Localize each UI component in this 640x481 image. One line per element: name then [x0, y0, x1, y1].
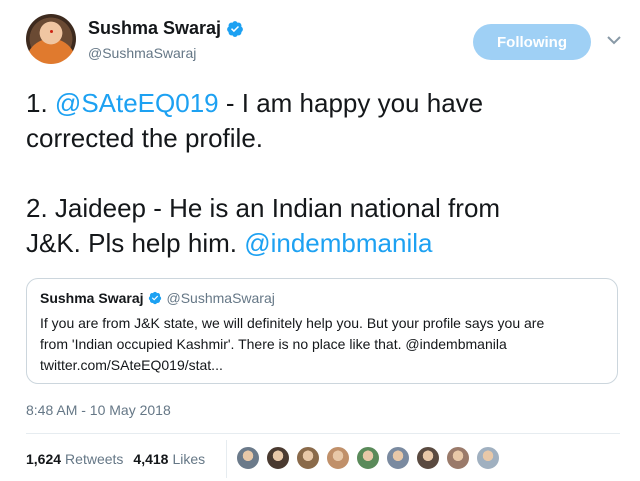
liker-avatar[interactable] — [446, 446, 470, 470]
retweets-count[interactable]: 1,624 — [26, 451, 61, 467]
liker-avatar[interactable] — [356, 446, 380, 470]
chevron-down-icon[interactable] — [606, 32, 622, 48]
tweet-line: corrected the profile. — [26, 123, 264, 153]
liker-avatars — [236, 446, 506, 470]
following-button[interactable]: Following — [473, 24, 591, 60]
tweet-header: Sushma Swaraj @SushmaSwaraj Following — [26, 14, 626, 68]
tweet-line: 2. Jaideep - He is an Indian national fr… — [26, 193, 501, 223]
likes-label[interactable]: Likes — [172, 451, 205, 467]
liker-avatar[interactable] — [266, 446, 290, 470]
quoted-tweet-header: Sushma Swaraj @SushmaSwaraj — [40, 290, 275, 306]
liker-avatar[interactable] — [386, 446, 410, 470]
author-handle[interactable]: @SushmaSwaraj — [88, 45, 196, 61]
tweet-text: 1. @SAteEQ019 - I am happy you have corr… — [26, 86, 626, 261]
quoted-tweet[interactable]: Sushma Swaraj @SushmaSwaraj If you are f… — [26, 278, 618, 384]
quoted-link[interactable]: twitter.com/SAteEQ019/stat... — [40, 355, 610, 376]
quoted-author-name: Sushma Swaraj — [40, 290, 144, 306]
quoted-author-handle: @SushmaSwaraj — [166, 290, 275, 306]
mention-link[interactable]: @indembmanila — [244, 228, 432, 258]
tweet-text-segment: 1. — [26, 88, 55, 118]
tweet-stats: 1,624 Retweets 4,418 Likes — [26, 451, 215, 467]
mention-link[interactable]: @SAteEQ019 — [55, 88, 219, 118]
quoted-tweet-body: If you are from J&K state, we will defin… — [40, 313, 610, 376]
avatar-detail — [50, 30, 53, 33]
author-name[interactable]: Sushma Swaraj — [88, 18, 221, 39]
stats-separator — [226, 440, 227, 478]
tweet-timestamp[interactable]: 8:48 AM - 10 May 2018 — [26, 402, 171, 418]
verified-badge-icon — [148, 291, 161, 305]
tweet-line: J&K. Pls help him. @indembmanila — [26, 226, 626, 261]
verified-badge-icon — [227, 20, 243, 37]
liker-avatar[interactable] — [236, 446, 260, 470]
likes-count[interactable]: 4,418 — [133, 451, 168, 467]
author-name-row[interactable]: Sushma Swaraj — [88, 18, 244, 39]
author-avatar[interactable] — [26, 14, 76, 64]
liker-avatar[interactable] — [476, 446, 500, 470]
liker-avatar[interactable] — [326, 446, 350, 470]
tweet-line: 1. @SAteEQ019 - I am happy you have — [26, 86, 626, 121]
retweets-label[interactable]: Retweets — [65, 451, 123, 467]
tweet-text-segment: - I am happy you have — [218, 88, 484, 118]
quoted-line: If you are from J&K state, we will defin… — [40, 315, 545, 331]
quoted-line: from 'Indian occupied Kashmir'. There is… — [40, 336, 507, 352]
liker-avatar[interactable] — [296, 446, 320, 470]
liker-avatar[interactable] — [416, 446, 440, 470]
divider — [26, 433, 620, 434]
tweet-text-segment: J&K. Pls help him. — [26, 228, 245, 258]
